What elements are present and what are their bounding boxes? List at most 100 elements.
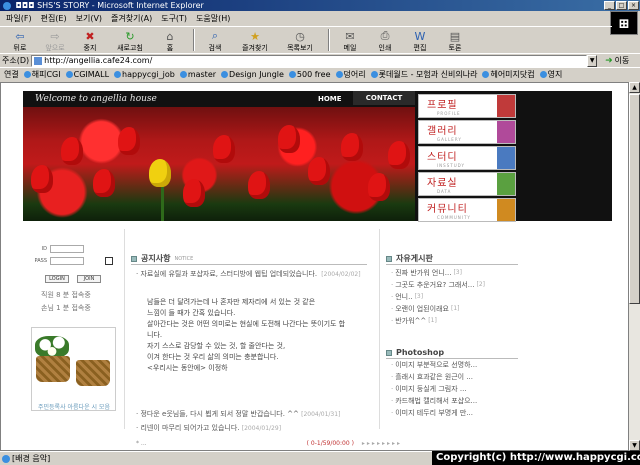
menu-data-button[interactable]: 자료실 DATA (418, 172, 516, 196)
id-input[interactable] (50, 245, 84, 253)
player-controls[interactable]: ▸▸▸▸▸▸▸▸ (362, 440, 402, 447)
title-prefix: ◘◘◘ (15, 1, 35, 10)
toolbar-separator (328, 29, 330, 51)
tulip (61, 137, 83, 165)
password-input[interactable] (50, 257, 84, 265)
flower-caption[interactable]: 주민등록사 아름다운 시 모음 (38, 402, 110, 411)
menu-view[interactable]: 보기(V) (76, 13, 102, 24)
list-item[interactable]: · 이미지 부분적으로 선명하... (391, 359, 521, 371)
board-title[interactable]: 자유게시판 (396, 253, 433, 264)
link-item[interactable]: Design Jungle (221, 70, 284, 79)
scroll-down-button[interactable]: ▼ (629, 440, 640, 451)
list-item[interactable]: · 반가워^^ [1] (391, 315, 521, 327)
list-item[interactable]: · 오랜이 업된이래요 [1] (391, 303, 521, 315)
list-item[interactable]: · 그곳도 추운거요? 그래서... [2] (391, 279, 521, 291)
member-count: 직원 8 분 접속중 (41, 291, 91, 299)
link-item[interactable]: 헤어미지닷컴 (482, 69, 535, 80)
nav-contact-link[interactable]: CONTACT (353, 91, 415, 105)
notice-title[interactable]: 공지사항 (141, 253, 170, 264)
favorites-button[interactable]: ★ 즐겨찾기 (234, 30, 276, 53)
menu-file[interactable]: 파일(F) (6, 13, 32, 24)
bullet-icon: · (391, 361, 394, 369)
toolbar: ⇦ 뒤로 ⇨ 앞으로 ✖ 중지 ↻ 새로고침 ⌂ 홈 ⌕ 검색 ★ 즐겨찾기 ◷ 목록보기 ✉ 메… (0, 26, 612, 53)
remember-checkbox[interactable] (105, 257, 113, 265)
stop-button[interactable]: ✖ 중지 (74, 30, 106, 53)
discuss-button[interactable]: ▤ 토론 (439, 30, 471, 53)
notice-poem: 남들은 더 달려가는데 나 혼자만 제자리에 서 있는 것 같은 느낌이 들 때… (147, 297, 367, 374)
header-right-panel (516, 91, 612, 221)
print-button[interactable]: ⎙ 인쇄 (369, 29, 401, 53)
page-content: Welcome to angellia house HOME CONTACT 프… (0, 82, 629, 451)
menu-gallery-button[interactable]: 갤러리 GALLERY (418, 120, 516, 144)
link-item[interactable]: 500 free (288, 70, 331, 79)
link-item-label: 500 free (296, 70, 331, 79)
list-item[interactable]: · 카드해법 캘리해서 포샵으... (391, 395, 521, 407)
scroll-up-button[interactable]: ▲ (629, 82, 640, 93)
login-button[interactable]: LOGIN (45, 275, 69, 283)
link-item[interactable]: 롯데월드 - 모험과 신비의나라 (370, 69, 477, 80)
menu-favorites[interactable]: 즐겨찾기(A) (111, 13, 152, 24)
menu-help[interactable]: 도움말(H) (196, 13, 230, 24)
history-icon: ◷ (295, 29, 305, 43)
notice-item[interactable]: · 리넨이 마무리 되어가고 있습니다. [2004/01/29] (136, 423, 281, 433)
menu-community-button[interactable]: 커뮤니티 COMMUNITY (418, 198, 516, 222)
link-item[interactable]: 해피CGI (23, 69, 61, 80)
go-button[interactable]: ➜ 이동 (605, 55, 629, 66)
address-bar: 주소(D) http://angellia.cafe24.com/ ▼ ➜ 이동 (0, 53, 640, 67)
go-arrow-icon: ➜ (605, 55, 613, 66)
copyright-banner: Copyright(c) http://www.happycgi.com (432, 451, 640, 465)
close-button[interactable]: × (628, 1, 639, 10)
history-button[interactable]: ◷ 목록보기 (279, 30, 321, 53)
notice-item[interactable]: · 정다운 e웃님들, 다시 뵙게 되서 정말 반갑습니다. ^^ [2004/… (136, 409, 340, 419)
list-item[interactable]: · 이미지 둥실게 그림자 ... (391, 383, 521, 395)
notice-item-text: 정다운 e웃님들, 다시 뵙게 되서 정말 반갑습니다. ^^ (140, 410, 299, 418)
notice-item[interactable]: · 자료실에 유틸과 포샵자료, 스터디방에 웹팁 업데되었습니다. [2004… (136, 269, 361, 279)
window-title-bar[interactable]: ◘◘◘ SHS'S STORY - Microsoft Internet Exp… (0, 0, 640, 11)
favorites-label: 즐겨찾기 (242, 44, 268, 52)
address-input[interactable]: http://angellia.cafe24.com/ (31, 54, 588, 67)
menu-bar: 파일(F) 편집(E) 보기(V) 즐겨찾기(A) 도구(T) 도움말(H) (0, 11, 640, 25)
edit-button[interactable]: W 편집 (404, 30, 436, 53)
back-button[interactable]: ⇦ 뒤로 (4, 30, 36, 53)
list-item[interactable]: · 언니.. [3] (391, 291, 521, 303)
list-item[interactable]: · 이미지 테두리 부명게 만... (391, 407, 521, 419)
link-item[interactable]: 덩어리 (335, 69, 366, 80)
tulip-hero-image (23, 107, 415, 221)
list-item[interactable]: · 흘래시 효과같은 원근이 ... (391, 371, 521, 383)
address-dropdown-button[interactable]: ▼ (587, 54, 598, 67)
home-button[interactable]: ⌂ 홈 (154, 30, 186, 53)
tulip (308, 157, 330, 185)
maximize-button[interactable]: □ (616, 1, 627, 10)
menu-tools[interactable]: 도구(T) (161, 13, 187, 24)
go-label: 이동 (614, 56, 630, 65)
poem-line: <우리시는 동안에> 이정하 (147, 364, 228, 372)
mail-icon: ✉ (345, 29, 355, 43)
link-item[interactable]: master (179, 70, 216, 79)
favorites-icon: ★ (250, 29, 260, 43)
menu-study-button[interactable]: 스터디 INSSTUDY (418, 146, 516, 170)
link-item[interactable]: CGIMALL (65, 70, 109, 79)
notice-item-date: [2004/01/29] (241, 425, 282, 432)
link-item[interactable]: 영지 (539, 69, 563, 80)
forward-button[interactable]: ⇨ 앞으로 (39, 30, 71, 53)
id-label: ID (41, 246, 47, 252)
link-item[interactable]: happycgi_job (114, 70, 175, 79)
search-button[interactable]: ⌕ 검색 (199, 29, 231, 53)
flower-basket-image[interactable]: 주민등록사 아름다운 시 모음 (31, 327, 116, 411)
notice-subtitle: NOTICE (174, 255, 194, 262)
menu-edit[interactable]: 편집(E) (41, 13, 67, 24)
menu-profile-button[interactable]: 프로필 PROFILE (418, 94, 516, 118)
tulip (278, 125, 300, 153)
scroll-thumb[interactable] (629, 94, 640, 304)
mail-button[interactable]: ✉ 메일 (334, 30, 366, 53)
vertical-scrollbar[interactable]: ▲ ▼ (629, 82, 640, 451)
refresh-button[interactable]: ↻ 새로고침 (109, 30, 151, 53)
nav-home-link[interactable]: HOME (318, 95, 342, 103)
minimize-button[interactable]: _ (604, 1, 615, 10)
menu-color-bar (497, 147, 515, 169)
link-item-label: 영지 (547, 70, 563, 79)
print-icon: ⎙ (380, 29, 390, 42)
list-item[interactable]: · 진짜 반가워 언니... [3] (391, 267, 521, 279)
photoshop-title[interactable]: Photoshop (396, 348, 444, 357)
join-button[interactable]: JOIN (77, 275, 101, 283)
